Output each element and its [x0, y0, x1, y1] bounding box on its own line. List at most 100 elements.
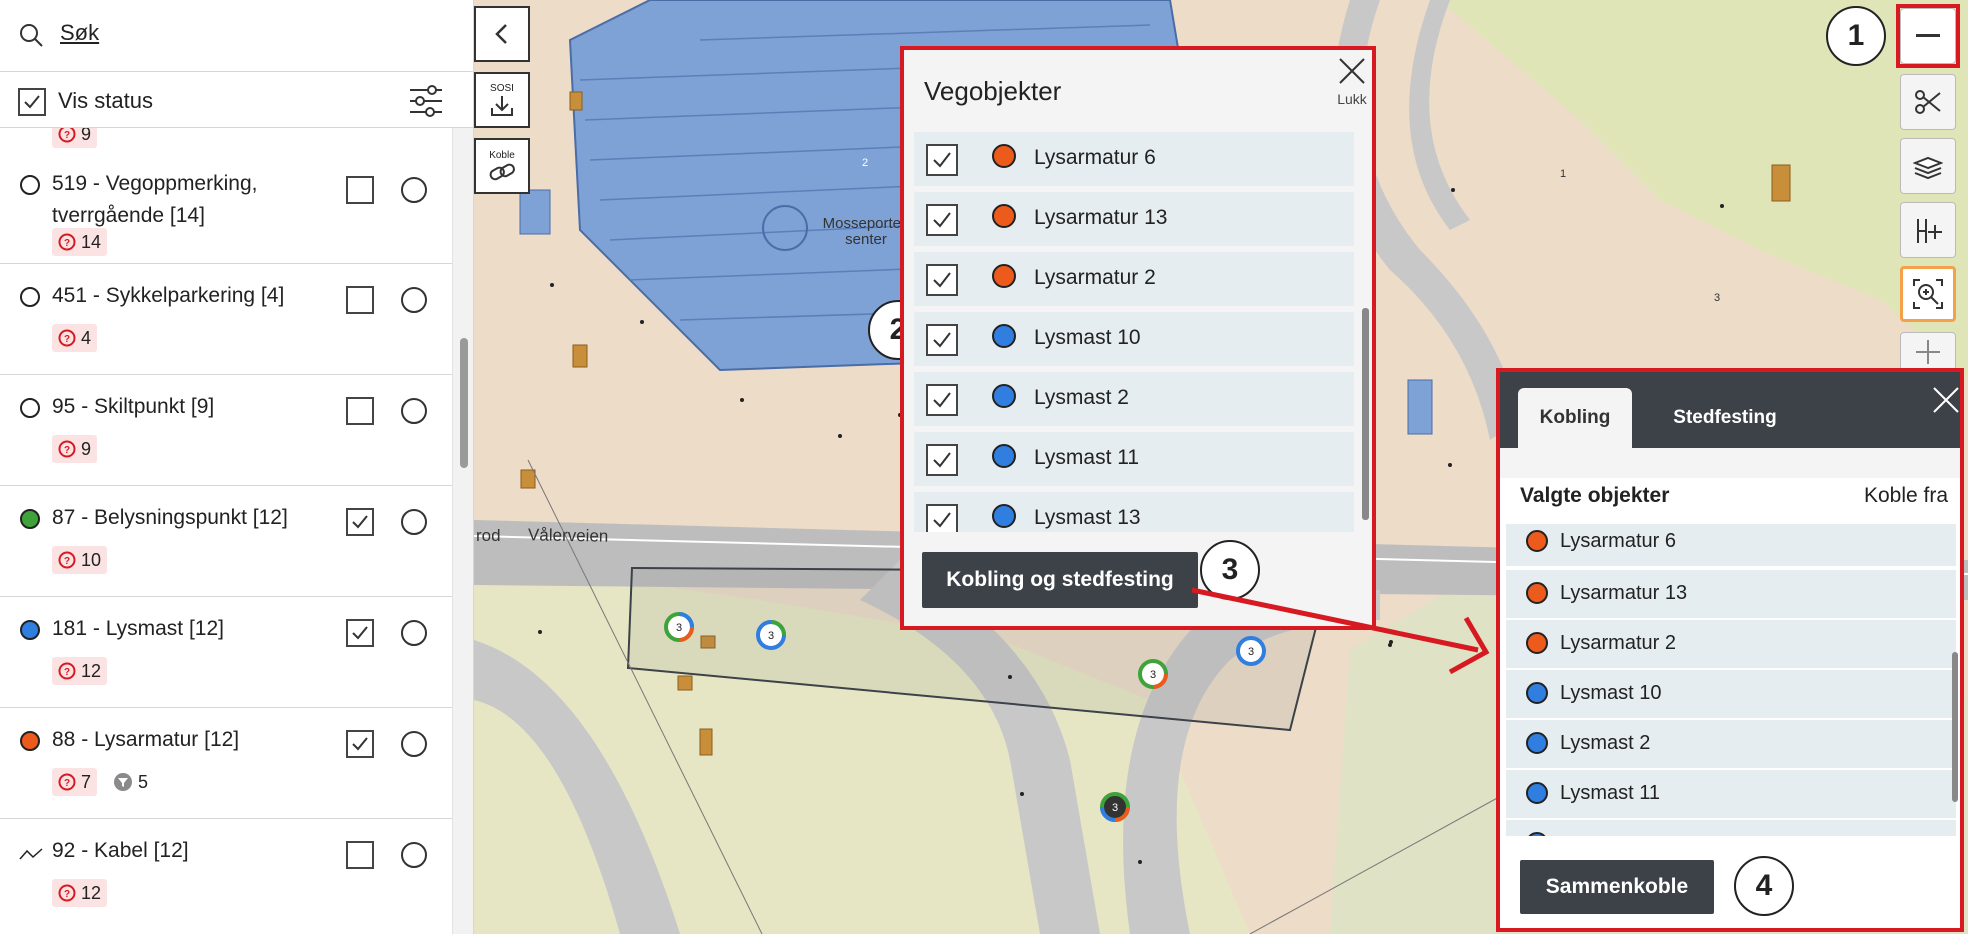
svg-text:?: ?	[64, 130, 70, 141]
layer-radio[interactable]	[401, 842, 427, 868]
layer-checkbox[interactable]	[346, 397, 374, 425]
layer-radio[interactable]	[401, 731, 427, 757]
layer-row-451[interactable]: 451 - Sykkelparkering [4] ? 4	[0, 264, 452, 375]
layer-row-181[interactable]: 181 - Lysmast [12] ? 12	[0, 597, 452, 708]
list-item[interactable]: Lysmast 2	[1506, 720, 1956, 768]
layer-row-87[interactable]: 87 - Belysningspunkt [12] ? 10	[0, 486, 452, 597]
layer-radio[interactable]	[401, 177, 427, 203]
zoom-select-button[interactable]	[1900, 266, 1956, 322]
list-item-partial[interactable]	[1506, 820, 1956, 836]
svg-text:?: ?	[64, 889, 70, 900]
list-item[interactable]: Lysmast 13	[914, 492, 1354, 532]
layer-row-519[interactable]: 519 - Vegoppmerking, tverrgående [14] ? …	[0, 152, 452, 264]
list-item[interactable]: Lysmast 11	[914, 432, 1354, 486]
layer-symbol-icon	[19, 508, 41, 535]
item-label: Lysmast 11	[1560, 782, 1661, 804]
list-item[interactable]: Lysarmatur 2	[1506, 620, 1956, 668]
list-item[interactable]: Lysarmatur 2	[914, 252, 1354, 306]
koble-fra-link[interactable]: Koble fra	[1864, 484, 1948, 508]
filter-settings-icon[interactable]	[408, 84, 444, 123]
list-item[interactable]: Lysmast 11	[1506, 770, 1956, 818]
list-item[interactable]: Lysarmatur 13	[1506, 570, 1956, 618]
search-link[interactable]: Søk	[60, 20, 99, 46]
status-dot-icon	[1526, 582, 1548, 604]
sidebar-scrollbar[interactable]	[452, 128, 473, 934]
layers-icon	[1913, 156, 1943, 180]
item-checkbox[interactable]	[926, 144, 958, 176]
list-item[interactable]: Lysarmatur 13	[914, 192, 1354, 246]
item-label: Lysarmatur 2	[1034, 266, 1156, 289]
list-item[interactable]: Lysmast 10	[1506, 670, 1956, 718]
layer-checkbox[interactable]	[346, 730, 374, 758]
layer-row-88[interactable]: 88 - Lysarmatur [12] ? 7 5	[0, 708, 452, 819]
status-dot-icon	[992, 444, 1016, 468]
layer-radio[interactable]	[401, 620, 427, 646]
warning-badge: ? 7	[52, 768, 98, 796]
layer-checkbox[interactable]	[346, 286, 374, 314]
sosi-download-button[interactable]: SOSI	[474, 72, 530, 128]
map-cluster-dark[interactable]: 3	[1100, 792, 1130, 827]
layer-checkbox[interactable]	[346, 176, 374, 204]
item-checkbox[interactable]	[926, 264, 958, 296]
popup-close-button[interactable]: Lukk	[1330, 56, 1374, 107]
warning-badge: ? 9	[52, 128, 98, 148]
item-checkbox[interactable]	[926, 504, 958, 532]
list-item[interactable]: Lysmast 2	[914, 372, 1354, 426]
filter-badge: 5	[107, 768, 154, 796]
step-3-marker: 3	[1200, 540, 1260, 600]
search-icon	[18, 22, 44, 53]
plus-icon	[1916, 340, 1940, 364]
measure-tool-button[interactable]	[1900, 202, 1956, 258]
layer-row-92[interactable]: 92 - Kabel [12] ? 12	[0, 819, 452, 930]
checkmark-icon	[933, 152, 951, 168]
status-dot-icon	[992, 204, 1016, 228]
layer-checkbox[interactable]	[346, 508, 374, 536]
koble-button[interactable]: Koble	[474, 138, 530, 194]
layer-checkbox[interactable]	[346, 841, 374, 869]
vis-status-label: Vis status	[58, 88, 153, 113]
layer-row-95[interactable]: 95 - Skiltpunkt [9] ? 9	[0, 375, 452, 486]
map-cluster[interactable]: 3	[664, 612, 694, 647]
kobling-stedfesting-button[interactable]: Kobling og stedfesting	[922, 552, 1198, 608]
layer-radio[interactable]	[401, 509, 427, 535]
tab-kobling[interactable]: Kobling	[1518, 388, 1632, 448]
valgte-objekter-heading: Valgte objekter	[1520, 484, 1670, 507]
map-cluster[interactable]: 3	[1138, 659, 1168, 694]
panel-tab-strip	[1500, 448, 1960, 478]
status-dot-icon	[992, 324, 1016, 348]
panel-close-button[interactable]	[1932, 386, 1960, 419]
map-cluster[interactable]: 3	[1236, 636, 1266, 671]
item-checkbox[interactable]	[926, 444, 958, 476]
tab-stedfesting[interactable]: Stedfesting	[1650, 388, 1800, 448]
koble-label: Koble	[489, 149, 515, 161]
svg-text:3: 3	[1150, 669, 1156, 681]
svg-text:3: 3	[1112, 802, 1118, 814]
layer-radio[interactable]	[401, 398, 427, 424]
sidebar-scroll-thumb[interactable]	[460, 338, 468, 468]
popup-scrollbar[interactable]	[1362, 308, 1369, 520]
vis-status-checkbox[interactable]	[18, 88, 46, 116]
checkmark-icon	[24, 95, 40, 109]
layer-badges: ? 12	[52, 657, 108, 685]
search-bar[interactable]: Søk	[0, 0, 473, 72]
panel-scrollbar[interactable]	[1952, 652, 1958, 802]
map-cluster[interactable]: 3	[756, 620, 786, 655]
list-item[interactable]: Lysmast 10	[914, 312, 1354, 366]
checkmark-icon	[933, 452, 951, 468]
list-item[interactable]: Lysarmatur 6	[1506, 524, 1956, 566]
svg-text:3: 3	[768, 630, 774, 642]
checkmark-icon	[933, 212, 951, 228]
item-checkbox[interactable]	[926, 324, 958, 356]
collapse-sidebar-button[interactable]	[474, 6, 530, 62]
item-checkbox[interactable]	[926, 204, 958, 236]
item-checkbox[interactable]	[926, 384, 958, 416]
layers-button[interactable]	[1900, 138, 1956, 194]
layer-radio[interactable]	[401, 287, 427, 313]
cut-tool-button[interactable]	[1900, 74, 1956, 130]
list-item[interactable]: Lysarmatur 6	[914, 132, 1354, 186]
layer-checkbox[interactable]	[346, 619, 374, 647]
sammenkoble-button[interactable]: Sammenkoble	[1520, 860, 1714, 914]
zoom-in-button[interactable]	[1900, 332, 1956, 372]
svg-text:3: 3	[676, 622, 682, 634]
svg-text:?: ?	[64, 667, 70, 678]
